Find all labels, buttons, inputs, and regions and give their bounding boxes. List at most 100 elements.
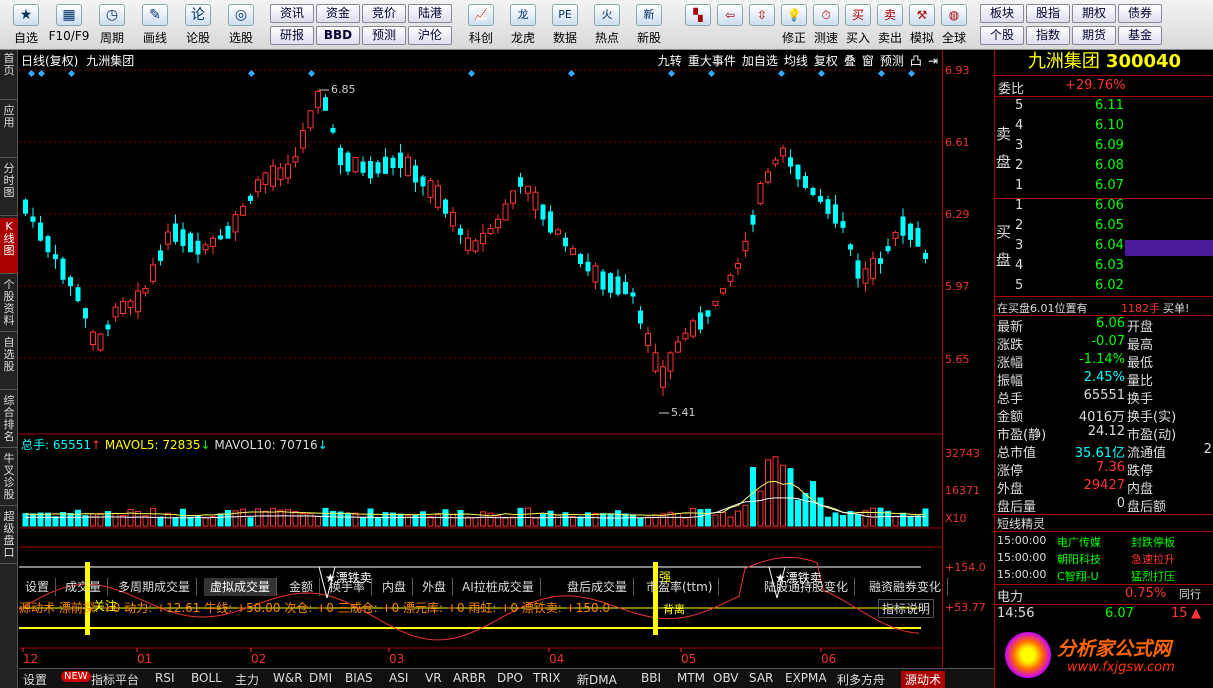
bottom-tab-8[interactable]: BIAS: [345, 671, 373, 685]
ask-row[interactable]: 3 6.09: [995, 138, 1213, 158]
toolbar-chat-button[interactable]: 论论股: [176, 2, 220, 48]
event-diamond-icon[interactable]: [907, 69, 916, 78]
chart-top-button[interactable]: ⇥: [928, 54, 938, 68]
bottom-tab-17[interactable]: OBV: [713, 671, 739, 685]
bid-row[interactable]: 2 6.05: [995, 218, 1213, 238]
toolbar-fire-button[interactable]: 火热点: [586, 2, 628, 48]
chart-top-button[interactable]: 均线: [784, 54, 808, 68]
bottom-tab-13[interactable]: TRIX: [533, 671, 560, 685]
indicator-tab[interactable]: 融资融券变化: [863, 578, 949, 596]
jingling-row[interactable]: 15:00:00 电广传媒 封跌停板: [995, 534, 1213, 551]
event-diamond-icon[interactable]: [467, 69, 476, 78]
bottom-tab-3[interactable]: RSI: [155, 671, 175, 685]
indicator-tab[interactable]: AI拉桩成交量: [456, 578, 541, 596]
toolbar-color-blocks-button[interactable]: ▚: [682, 2, 714, 48]
toolbar-market-button[interactable]: 指数: [1026, 26, 1070, 45]
toolbar-star-button[interactable]: ★ 自选: [4, 2, 48, 48]
event-diamond-icon[interactable]: [707, 69, 716, 78]
event-diamond-icon[interactable]: [777, 69, 786, 78]
toolbar-arrow-left-button[interactable]: ⇦: [714, 2, 746, 48]
indicator-tab[interactable]: 市盈率(ttm): [640, 578, 720, 596]
toolbar-grid-button[interactable]: 资讯: [270, 4, 314, 23]
bottom-tab-11[interactable]: ARBR: [453, 671, 486, 685]
left-tab-5[interactable]: 自选股: [0, 334, 18, 390]
toolbar-grid-button[interactable]: 陆港: [408, 4, 452, 23]
bid-row[interactable]: 4 6.03: [995, 258, 1213, 278]
event-diamond-icon[interactable]: [667, 69, 676, 78]
toolbar-clock-button[interactable]: ◷ 周期: [90, 2, 134, 48]
toolbar-grid-button[interactable]: 资金: [316, 4, 360, 23]
bottom-tab-6[interactable]: W&R: [273, 671, 303, 685]
toolbar-globe-button[interactable]: ◍ 全球: [938, 2, 970, 48]
bottom-tab-7[interactable]: DMI: [309, 671, 332, 685]
bottom-tab-14[interactable]: 新DMA: [577, 671, 617, 688]
bottom-tab-1[interactable]: NEW: [61, 671, 91, 682]
left-tab-3[interactable]: K线图: [0, 218, 18, 274]
ask-row[interactable]: 5 6.11: [995, 98, 1213, 118]
event-diamond-icon[interactable]: [877, 69, 886, 78]
chart-top-button[interactable]: 加自选: [742, 54, 778, 68]
bid-row[interactable]: 1 6.06: [995, 198, 1213, 218]
toolbar-grid-button[interactable]: 竞价: [362, 4, 406, 23]
indicator-tab[interactable]: 内盘: [376, 578, 414, 596]
indicator-tab[interactable]: 换手率: [323, 578, 373, 596]
bottom-tab-21[interactable]: 源动术: [901, 671, 946, 688]
chart-top-button[interactable]: 九转: [658, 54, 682, 68]
event-diamond-icon[interactable]: [37, 69, 46, 78]
toolbar-chart-button[interactable]: 📈 科创: [460, 2, 502, 48]
kline-chart-area[interactable]: 6.85 5.41 ★漂铁卖 ★漂铁卖 关注强背离 12 01 02 03 04 05 06 日线(复…: [19, 50, 949, 668]
left-tab-6[interactable]: 综合排名: [0, 392, 18, 448]
toolbar-dragon-button[interactable]: 龙龙虎: [502, 2, 544, 48]
toolbar-lightbulb-button[interactable]: 💡 修正: [778, 2, 810, 48]
toolbar-arrow-up-down-button[interactable]: ⇳: [746, 2, 778, 48]
bottom-tab-20[interactable]: 利多方舟: [837, 671, 885, 688]
left-tab-1[interactable]: 应用: [0, 102, 18, 158]
indicator-tab[interactable]: 外盘: [416, 578, 454, 596]
event-diamond-icon[interactable]: [307, 69, 316, 78]
bottom-tab-10[interactable]: VR: [425, 671, 442, 685]
chart-top-button[interactable]: 窗: [862, 54, 874, 68]
indicator-tab[interactable]: 陆股通持股变化: [758, 578, 856, 596]
ask-row[interactable]: 2 6.08: [995, 158, 1213, 178]
left-tab-0[interactable]: 首页: [0, 50, 18, 100]
sector-peers-link[interactable]: 同行: [1179, 586, 1201, 602]
chart-top-button[interactable]: 凸: [910, 54, 922, 68]
jingling-row[interactable]: 15:00:00 C智翔-U 猛烈打压: [995, 568, 1213, 585]
left-tab-8[interactable]: 超级盘口: [0, 508, 18, 564]
toolbar-market-button[interactable]: 期权: [1072, 4, 1116, 23]
toolbar-radar-button[interactable]: ◎ 选股: [219, 2, 263, 48]
indicator-tab[interactable]: 虚拟成交量: [204, 578, 278, 596]
event-diamond-icon[interactable]: [567, 69, 576, 78]
toolbar-buy-button[interactable]: 买买入: [842, 2, 874, 48]
jingling-row[interactable]: 15:00:00 朝阳科技 急速拉升: [995, 551, 1213, 568]
toolbar-market-button[interactable]: 基金: [1118, 26, 1162, 45]
bottom-tab-2[interactable]: 指标平台: [91, 671, 139, 688]
indicator-tab[interactable]: 成交量: [59, 578, 109, 596]
indicator-tab[interactable]: 金额: [283, 578, 321, 596]
toolbar-grid-button[interactable]: 研报: [270, 26, 314, 45]
toolbar-new-button[interactable]: 新新股: [628, 2, 670, 48]
toolbar-sell-button[interactable]: 卖卖出: [874, 2, 906, 48]
bottom-tab-16[interactable]: MTM: [677, 671, 705, 685]
event-diamond-icon[interactable]: [817, 69, 826, 78]
bottom-tab-0[interactable]: 设置: [23, 671, 47, 688]
bid-row[interactable]: 5 6.02: [995, 278, 1213, 298]
toolbar-market-button[interactable]: 板块: [980, 4, 1024, 23]
bottom-tab-19[interactable]: EXPMA: [785, 671, 827, 685]
chart-top-button[interactable]: 复权: [814, 54, 838, 68]
ask-row[interactable]: 4 6.10: [995, 118, 1213, 138]
toolbar-grid-button[interactable]: 预测: [362, 26, 406, 45]
event-diamond-icon[interactable]: [67, 69, 76, 78]
indicator-tab[interactable]: 盘后成交量: [561, 578, 635, 596]
bottom-tab-4[interactable]: BOLL: [191, 671, 222, 685]
bottom-tab-12[interactable]: DPO: [497, 671, 523, 685]
left-tab-2[interactable]: 分时图: [0, 160, 18, 216]
bottom-tab-9[interactable]: ASI: [389, 671, 408, 685]
indicator-tab[interactable]: 设置: [19, 578, 57, 596]
toolbar-hammer-button[interactable]: ⚒ 模拟: [906, 2, 938, 48]
toolbar-pen-button[interactable]: ✎ 画线: [133, 2, 177, 48]
event-diamond-icon[interactable]: [27, 69, 36, 78]
event-diamond-icon[interactable]: [247, 69, 256, 78]
toolbar-market-button[interactable]: 期货: [1072, 26, 1116, 45]
indicator-help-button[interactable]: 指标说明: [877, 599, 934, 618]
